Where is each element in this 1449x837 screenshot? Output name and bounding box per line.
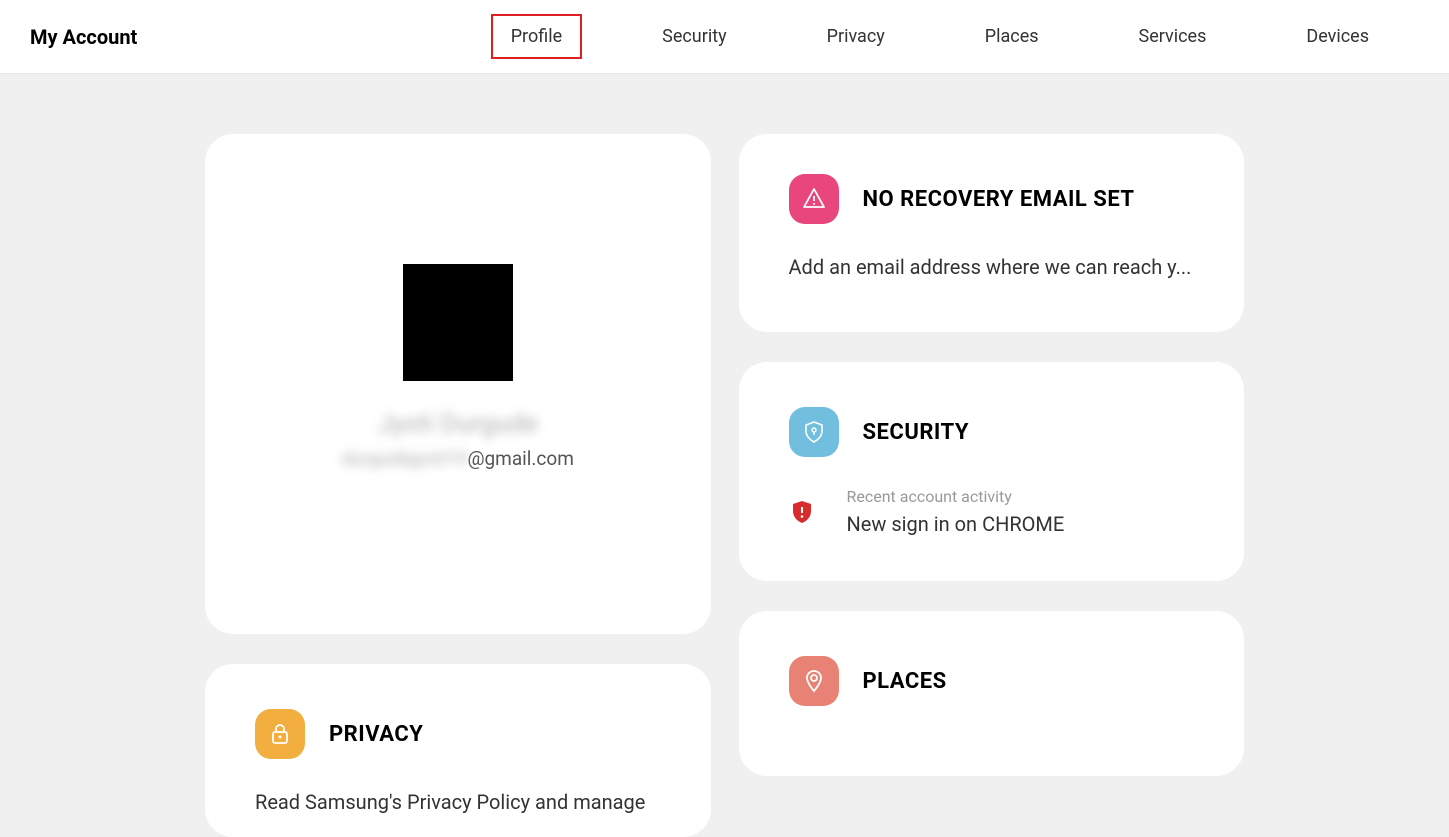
- content-area: Jyoti Durgude durgudejyoti19@gmail.com P…: [0, 74, 1449, 837]
- security-title: SECURITY: [863, 420, 969, 445]
- tab-places[interactable]: Places: [965, 14, 1059, 59]
- profile-email-domain: @gmail.com: [467, 447, 573, 470]
- privacy-desc: Read Samsung's Privacy Policy and manage: [255, 787, 661, 817]
- warning-icon: [789, 174, 839, 224]
- recovery-email-card[interactable]: NO RECOVERY EMAIL SET Add an email addre…: [739, 134, 1245, 332]
- security-activity-row: Recent account activity New sign in on C…: [789, 487, 1195, 536]
- profile-email-prefix: durgudejyoti19: [342, 447, 468, 470]
- recovery-desc: Add an email address where we can reach …: [789, 252, 1195, 282]
- recovery-card-header: NO RECOVERY EMAIL SET: [789, 174, 1195, 224]
- left-column: Jyoti Durgude durgudejyoti19@gmail.com P…: [205, 134, 711, 837]
- activity-value: New sign in on CHROME: [847, 512, 1065, 536]
- right-column: NO RECOVERY EMAIL SET Add an email addre…: [739, 134, 1245, 776]
- header: My Account Profile Security Privacy Plac…: [0, 0, 1449, 74]
- alert-shield-icon: [789, 499, 815, 525]
- profile-email: durgudejyoti19@gmail.com: [342, 447, 574, 470]
- security-card[interactable]: SECURITY Recent account activity New sig…: [739, 362, 1245, 581]
- places-card[interactable]: PLACES: [739, 611, 1245, 776]
- page-title: My Account: [30, 25, 137, 49]
- lock-icon: [255, 709, 305, 759]
- location-pin-icon: [789, 656, 839, 706]
- activity-label: Recent account activity: [847, 487, 1065, 506]
- privacy-card-header: PRIVACY: [255, 709, 661, 759]
- tab-profile[interactable]: Profile: [491, 14, 582, 59]
- avatar: [403, 264, 513, 381]
- tab-privacy[interactable]: Privacy: [807, 14, 905, 59]
- shield-icon: [789, 407, 839, 457]
- places-card-header: PLACES: [789, 656, 1195, 706]
- tab-services[interactable]: Services: [1119, 14, 1227, 59]
- nav: Profile Security Privacy Places Services…: [491, 14, 1419, 59]
- privacy-title: PRIVACY: [329, 722, 423, 747]
- profile-card[interactable]: Jyoti Durgude durgudejyoti19@gmail.com: [205, 134, 711, 634]
- places-title: PLACES: [863, 669, 947, 694]
- tab-devices[interactable]: Devices: [1286, 14, 1389, 59]
- profile-name: Jyoti Durgude: [378, 409, 538, 439]
- privacy-card[interactable]: PRIVACY Read Samsung's Privacy Policy an…: [205, 664, 711, 837]
- security-card-header: SECURITY: [789, 407, 1195, 457]
- security-activity-text: Recent account activity New sign in on C…: [847, 487, 1065, 536]
- recovery-title: NO RECOVERY EMAIL SET: [863, 187, 1135, 212]
- tab-security[interactable]: Security: [642, 14, 746, 59]
